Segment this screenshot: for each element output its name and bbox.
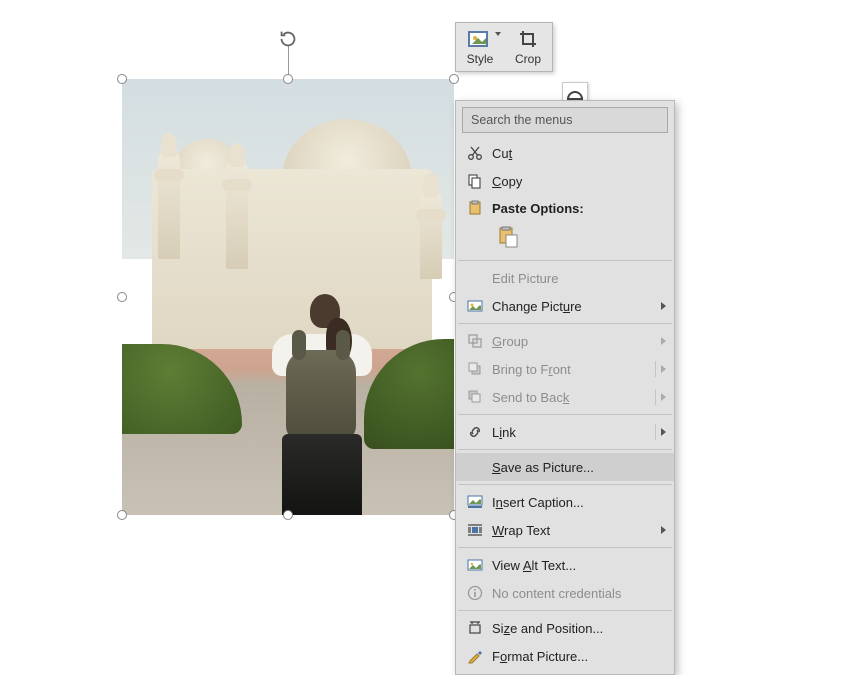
menu-change-picture[interactable]: Change Picture xyxy=(456,292,674,320)
chevron-down-icon xyxy=(495,32,501,36)
submenu-arrow-icon xyxy=(661,365,666,373)
menu-link[interactable]: Link xyxy=(456,418,674,446)
menu-format-picture[interactable]: Format Picture... xyxy=(456,642,674,670)
size-position-icon xyxy=(464,620,486,636)
copy-icon xyxy=(464,173,486,189)
menu-view-alt-text-label: View Alt Text... xyxy=(486,558,666,573)
paste-options-label: Paste Options: xyxy=(486,201,584,216)
menu-send-to-back-label: Send to Back xyxy=(486,390,666,405)
separator xyxy=(458,414,672,415)
menu-group-label: Group xyxy=(486,334,666,349)
menu-view-alt-text[interactable]: View Alt Text... xyxy=(456,551,674,579)
menu-save-as-picture-label: Save as Picture... xyxy=(486,460,666,475)
crop-label: Crop xyxy=(515,52,541,66)
picture-context-menu: Search the menus Cut Copy Paste Options: xyxy=(455,100,675,675)
change-picture-icon xyxy=(464,298,486,314)
resize-handle-tr[interactable] xyxy=(449,74,459,84)
paste-options-row xyxy=(456,221,674,257)
menu-cut[interactable]: Cut xyxy=(456,139,674,167)
menu-change-picture-label: Change Picture xyxy=(486,299,666,314)
send-to-back-icon xyxy=(464,389,486,405)
separator xyxy=(458,323,672,324)
menu-save-as-picture[interactable]: Save as Picture... xyxy=(456,453,674,481)
menu-copy-label: Copy xyxy=(486,174,666,189)
menu-edit-picture: Edit Picture xyxy=(456,264,674,292)
menu-bring-to-front: Bring to Front xyxy=(456,355,674,383)
submenu-arrow-icon xyxy=(661,393,666,401)
link-icon xyxy=(464,424,486,440)
resize-handle-l[interactable] xyxy=(117,292,127,302)
menu-no-content-credentials: No content credentials xyxy=(456,579,674,607)
picture-content xyxy=(122,79,454,515)
info-icon xyxy=(464,585,486,601)
separator xyxy=(458,610,672,611)
menu-send-to-back: Send to Back xyxy=(456,383,674,411)
menu-wrap-text-label: Wrap Text xyxy=(486,523,666,538)
menu-link-label: Link xyxy=(486,425,666,440)
menu-search-input[interactable]: Search the menus xyxy=(462,107,668,133)
selected-picture[interactable] xyxy=(122,79,454,515)
separator xyxy=(458,547,672,548)
resize-handle-bl[interactable] xyxy=(117,510,127,520)
menu-cut-label: Cut xyxy=(486,146,666,161)
cut-icon xyxy=(464,145,486,161)
menu-size-and-position[interactable]: Size and Position... xyxy=(456,614,674,642)
bring-to-front-icon xyxy=(464,361,486,377)
submenu-arrow-icon xyxy=(661,526,666,534)
picture-style-button[interactable]: Style xyxy=(456,23,504,71)
insert-caption-icon xyxy=(464,494,486,510)
menu-bring-to-front-label: Bring to Front xyxy=(486,362,666,377)
menu-format-picture-label: Format Picture... xyxy=(486,649,666,664)
resize-handle-b[interactable] xyxy=(283,510,293,520)
group-icon xyxy=(464,333,486,349)
submenu-arrow-icon xyxy=(661,302,666,310)
crop-button[interactable]: Crop xyxy=(504,23,552,71)
menu-search-placeholder: Search the menus xyxy=(471,113,572,127)
separator xyxy=(458,484,672,485)
menu-group: Group xyxy=(456,327,674,355)
alt-text-icon xyxy=(464,557,486,573)
submenu-arrow-icon xyxy=(661,337,666,345)
wrap-text-icon xyxy=(464,522,486,538)
format-picture-icon xyxy=(464,648,486,664)
menu-size-position-label: Size and Position... xyxy=(486,621,666,636)
picture-mini-toolbar: Style Crop xyxy=(455,22,553,72)
paste-keep-source-button[interactable] xyxy=(492,221,524,253)
rotate-handle[interactable] xyxy=(277,28,299,50)
separator xyxy=(458,260,672,261)
menu-insert-caption-label: Insert Caption... xyxy=(486,495,666,510)
menu-edit-picture-label: Edit Picture xyxy=(486,271,666,286)
separator xyxy=(458,449,672,450)
menu-paste-options-header: Paste Options: xyxy=(456,195,674,221)
resize-handle-tl[interactable] xyxy=(117,74,127,84)
menu-wrap-text[interactable]: Wrap Text xyxy=(456,516,674,544)
menu-insert-caption[interactable]: Insert Caption... xyxy=(456,488,674,516)
submenu-arrow-icon xyxy=(661,428,666,436)
menu-copy[interactable]: Copy xyxy=(456,167,674,195)
menu-no-credentials-label: No content credentials xyxy=(486,586,666,601)
clipboard-icon xyxy=(464,200,486,216)
style-label: Style xyxy=(467,52,494,66)
resize-handle-t[interactable] xyxy=(283,74,293,84)
